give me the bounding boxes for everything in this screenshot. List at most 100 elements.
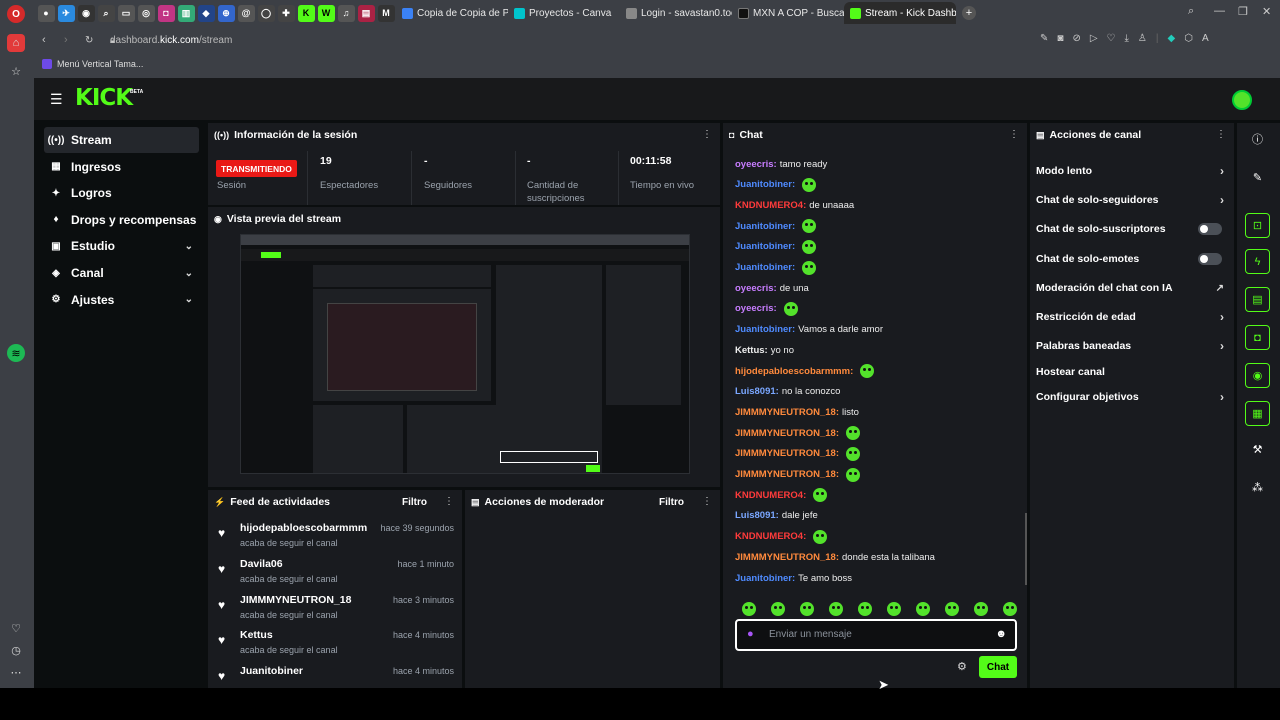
quick-emote-icon[interactable] <box>829 602 843 616</box>
tab-kick-dashboard[interactable]: Stream - Kick Dashbo <box>844 2 956 24</box>
tab-copia-planes[interactable]: Copia de Copia de Planes <box>396 2 508 24</box>
chat-username[interactable]: JIMMMYNEUTRON_18: <box>735 448 839 459</box>
chat-icon[interactable]: ◘ <box>1245 325 1270 350</box>
chat-message[interactable]: oyeecris: <box>735 299 798 319</box>
chat-username[interactable]: KNDNUMERO4: <box>735 531 806 542</box>
mod-filter-button[interactable]: Filtro <box>659 497 684 508</box>
broadcast-icon[interactable]: ◉ <box>1245 363 1270 388</box>
chat-username[interactable]: oyeecris: <box>735 159 777 170</box>
pinned-tab-icon[interactable]: ♫ <box>337 4 355 22</box>
chat-username[interactable]: Luis8091: <box>735 386 779 397</box>
chat-scrollbar[interactable] <box>1025 513 1027 585</box>
sidebar-item-drops-y-recompensas[interactable]: ♦ Drops y recompensas <box>44 207 199 233</box>
feed-item[interactable]: ♥ hijodepabloescobarmmm acaba de seguir el… <box>214 522 454 556</box>
chat-message[interactable]: oyeecris: de una <box>735 278 809 298</box>
chat-settings-icon[interactable]: ⚙ <box>957 660 967 673</box>
quick-emote-icon[interactable] <box>974 602 988 616</box>
forward-icon[interactable]: › <box>64 34 68 46</box>
pinned-tab-icon[interactable]: ⊕ <box>217 4 235 22</box>
chat-message[interactable]: Juanitobiner: <box>735 216 817 236</box>
play-icon[interactable]: ▷ <box>1090 33 1098 44</box>
channel-action-chat-de-solo-emotes[interactable]: Chat de solo-emotes <box>1036 248 1224 270</box>
chat-username[interactable]: Juanitobiner: <box>735 324 795 335</box>
back-icon[interactable]: ‹ <box>42 34 46 46</box>
chat-username[interactable]: Juanitobiner: <box>735 221 795 232</box>
block-icon[interactable]: ⊘ <box>1072 33 1080 44</box>
feed-item[interactable]: ♥ Kettus acaba de seguir el canal hace 4 mi… <box>214 629 454 663</box>
chat-send-button[interactable]: Chat <box>979 656 1017 678</box>
capture-icon[interactable]: ⊡ <box>1245 213 1270 238</box>
pencil-icon[interactable]: ✎ <box>1245 165 1270 190</box>
toggle-switch[interactable] <box>1198 253 1222 265</box>
channel-action-configurar-objetivos[interactable]: Configurar objetivos › <box>1036 386 1224 408</box>
heart-outline-icon[interactable]: ♡ <box>1107 33 1116 44</box>
pinned-tab-icon[interactable]: ✚ <box>277 4 295 22</box>
chat-message[interactable]: JIMMMYNEUTRON_18: listo <box>735 402 859 422</box>
pinned-tab-icon[interactable]: @ <box>237 4 255 22</box>
chat-message[interactable]: Luis8091: dale jefe <box>735 506 818 526</box>
extension-icon[interactable]: ◆ <box>1168 33 1176 44</box>
pinned-tab-icon[interactable]: ▤ <box>357 4 375 22</box>
chat-message[interactable]: oyeecris: tamo ready <box>735 154 827 174</box>
document-icon[interactable]: ▤ <box>1245 287 1270 312</box>
profile-icon[interactable]: ♙ <box>1138 33 1147 44</box>
cube-icon[interactable]: ⬡ <box>1184 33 1193 44</box>
chat-message[interactable]: Juanitobiner: <box>735 175 817 195</box>
tab-canva[interactable]: Proyectos - Canva <box>508 2 620 24</box>
chat-message[interactable]: JIMMMYNEUTRON_18: donde esta la talibana <box>735 547 935 567</box>
chat-username[interactable]: Juanitobiner: <box>735 262 795 273</box>
quick-emote-icon[interactable] <box>858 602 872 616</box>
quick-emote-icon[interactable] <box>945 602 959 616</box>
tab-login[interactable]: Login - savastan0.tools <box>620 2 732 24</box>
menu-icon[interactable]: ☰ <box>50 91 63 108</box>
kebab-menu-icon[interactable]: ⋮ <box>444 496 454 507</box>
url-field[interactable]: dashboard. kick.com/stream <box>110 30 1010 50</box>
wrench-icon[interactable]: ⚒ <box>1245 437 1270 462</box>
feed-item[interactable]: ♥ Juanitobiner hace 4 minutos <box>214 665 454 699</box>
pinned-tab-icon[interactable]: M <box>377 4 395 22</box>
reload-icon[interactable]: ↻ <box>85 35 93 46</box>
feed-item[interactable]: ♥ JIMMMYNEUTRON_18 acaba de seguir el cana… <box>214 594 454 628</box>
chat-message[interactable]: JIMMMYNEUTRON_18: <box>735 465 860 485</box>
info-icon[interactable]: ⓘ <box>1245 126 1270 151</box>
home-icon[interactable]: ⌂ <box>7 34 25 52</box>
history-icon[interactable]: ◷ <box>7 641 25 659</box>
pinned-tab-icon[interactable]: ◯ <box>257 4 275 22</box>
kick-tab-icon[interactable]: K <box>297 4 315 22</box>
kick-logo[interactable]: KICK <box>75 85 133 111</box>
chat-username[interactable]: oyeecris: <box>735 303 777 314</box>
chevron-down-icon[interactable]: ⌄ <box>185 294 193 305</box>
chat-message[interactable]: JIMMMYNEUTRON_18: <box>735 444 860 464</box>
chat-input[interactable]: ● Enviar un mensaje ☻ <box>735 619 1017 651</box>
channel-action-moderación-del-chat-con-ia[interactable]: Moderación del chat con IA ↗ <box>1036 277 1224 299</box>
lightning-icon[interactable]: ϟ <box>1245 249 1270 274</box>
minimize-button[interactable]: — <box>1214 5 1225 17</box>
sidebar-item-ingresos[interactable]: ▦ Ingresos <box>44 154 199 180</box>
chat-message[interactable]: Juanitobiner: <box>735 237 817 257</box>
kebab-menu-icon[interactable]: ⋮ <box>702 496 712 507</box>
chat-username[interactable]: Luis8091: <box>735 510 779 521</box>
pinned-tab-icon[interactable]: ▥ <box>177 4 195 22</box>
close-window-button[interactable]: ✕ <box>1262 5 1271 18</box>
chat-message[interactable]: Juanitobiner: <box>735 258 817 278</box>
chat-message[interactable]: Kettus: yo no <box>735 340 794 360</box>
chat-username[interactable]: JIMMMYNEUTRON_18: <box>735 552 839 563</box>
chat-message[interactable]: KNDNUMERO4: <box>735 527 828 547</box>
more-icon[interactable]: ⋯ <box>7 663 25 681</box>
feed-filter-button[interactable]: Filtro <box>402 497 427 508</box>
channel-action-chat-de-solo-suscriptores[interactable]: Chat de solo-suscriptores <box>1036 218 1224 240</box>
channel-action-palabras-baneadas[interactable]: Palabras baneadas › <box>1036 335 1224 357</box>
chat-username[interactable]: KNDNUMERO4: <box>735 490 806 501</box>
mic-icon[interactable]: ● <box>747 628 754 640</box>
chat-username[interactable]: hijodepabloescobarmmm: <box>735 366 853 377</box>
chat-message[interactable]: JIMMMYNEUTRON_18: <box>735 423 860 443</box>
chat-username[interactable]: JIMMMYNEUTRON_18: <box>735 469 839 480</box>
chat-username[interactable]: Kettus: <box>735 345 768 356</box>
chat-username[interactable]: Juanitobiner: <box>735 179 795 190</box>
chat-username[interactable]: Juanitobiner: <box>735 573 795 584</box>
chat-username[interactable]: KNDNUMERO4: <box>735 200 806 211</box>
chat-message[interactable]: hijodepabloescobarmmm: <box>735 361 875 381</box>
pinned-tab-icon[interactable]: W <box>317 4 335 22</box>
chat-username[interactable]: JIMMMYNEUTRON_18: <box>735 428 839 439</box>
chevron-down-icon[interactable]: ⌄ <box>185 268 193 279</box>
